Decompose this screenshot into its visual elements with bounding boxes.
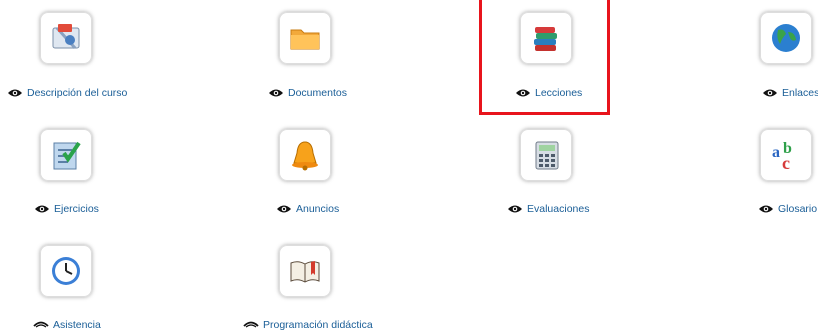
eye-visible-icon[interactable] <box>268 88 284 98</box>
tool-label: Anuncios <box>296 203 340 215</box>
tool-link-descripcion[interactable]: Descripción del curso <box>7 87 127 99</box>
globe-icon[interactable] <box>760 12 812 64</box>
eye-visible-icon[interactable] <box>758 204 774 214</box>
tool-link-ejercicios[interactable]: Ejercicios <box>34 203 99 215</box>
folder-icon[interactable] <box>279 12 331 64</box>
books-icon[interactable] <box>520 12 572 64</box>
eye-visible-icon[interactable] <box>276 204 292 214</box>
tool-label: Documentos <box>288 87 347 99</box>
open-book-icon[interactable] <box>279 245 331 297</box>
tool-label: Descripción del curso <box>27 87 128 99</box>
tool-link-enlaces[interactable]: Enlaces <box>762 87 818 99</box>
checklist-icon[interactable] <box>40 129 92 181</box>
svg-text:c: c <box>782 153 790 173</box>
tool-label: Ejercicios <box>54 203 99 215</box>
tool-label: Lecciones <box>535 87 583 99</box>
calculator-icon[interactable] <box>520 129 572 181</box>
eye-hidden-icon[interactable] <box>33 320 49 330</box>
abc-letters-icon[interactable]: a b c <box>760 129 812 181</box>
bell-icon[interactable] <box>279 129 331 181</box>
svg-text:a: a <box>772 144 780 161</box>
eye-visible-icon[interactable] <box>515 88 531 98</box>
tool-link-documentos[interactable]: Documentos <box>268 87 347 99</box>
tool-link-glosario[interactable]: Glosario <box>758 203 817 215</box>
clock-icon[interactable] <box>40 245 92 297</box>
tool-label: Glosario <box>778 203 818 215</box>
eye-visible-icon[interactable] <box>507 204 523 214</box>
tool-link-lecciones[interactable]: Lecciones <box>515 87 582 99</box>
eye-visible-icon[interactable] <box>34 204 50 214</box>
eye-visible-icon[interactable] <box>762 88 778 98</box>
tool-label: Enlaces <box>782 87 818 99</box>
tool-link-asistencia[interactable]: Asistencia <box>33 319 101 331</box>
tool-link-evaluaciones[interactable]: Evaluaciones <box>507 203 589 215</box>
tool-label: Programación didáctica <box>263 319 373 331</box>
tool-label: Asistencia <box>53 319 101 331</box>
eye-visible-icon[interactable] <box>7 88 23 98</box>
tool-label: Evaluaciones <box>527 203 590 215</box>
eye-hidden-icon[interactable] <box>243 320 259 330</box>
course-description-icon[interactable] <box>40 12 92 64</box>
tool-link-anuncios[interactable]: Anuncios <box>276 203 339 215</box>
tool-link-programacion[interactable]: Programación didáctica <box>243 319 373 331</box>
